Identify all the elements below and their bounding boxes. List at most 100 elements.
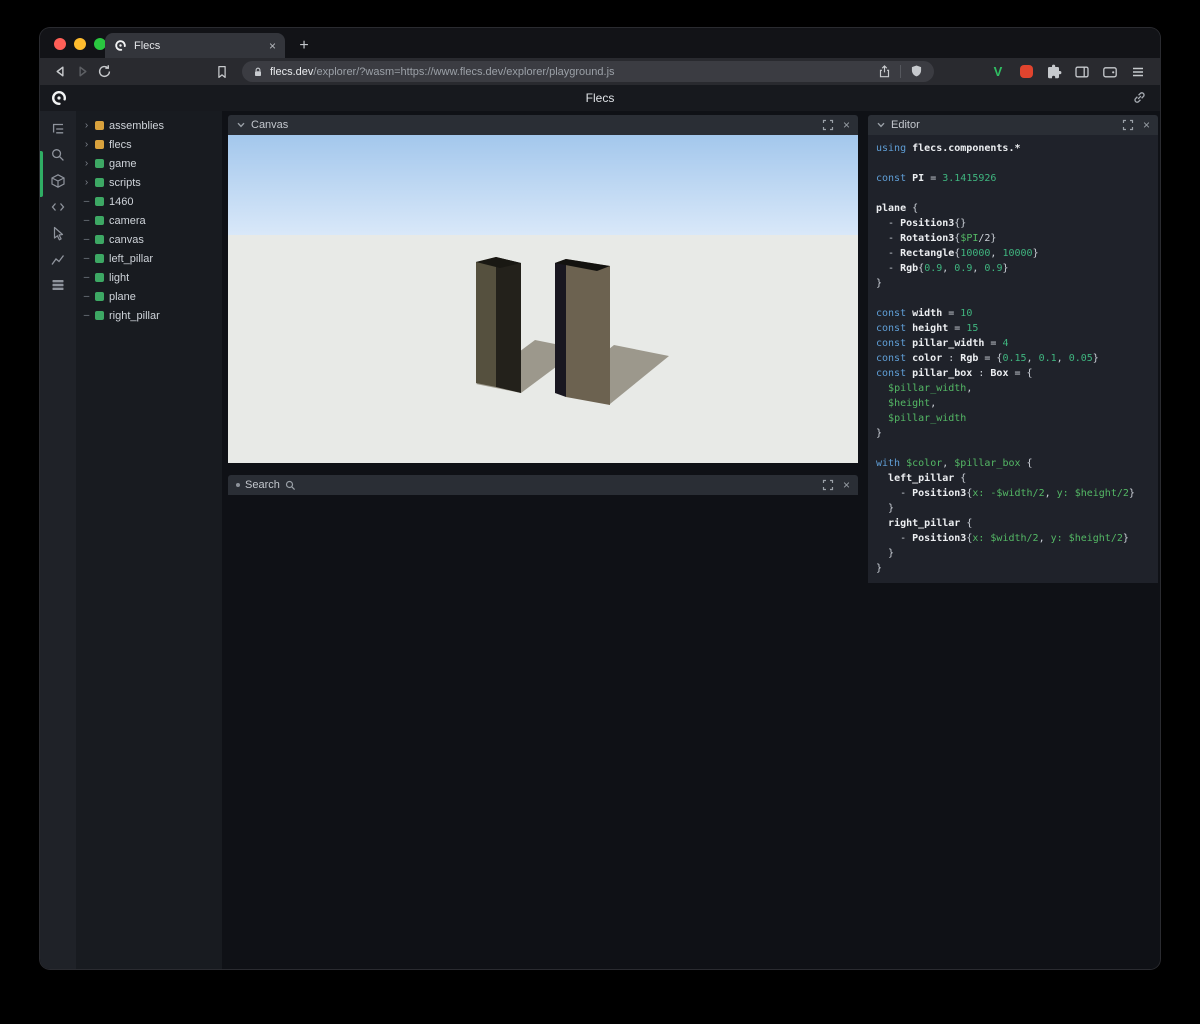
code-line: right_pillar { [888,518,973,529]
active-panel-indicator [40,151,43,197]
flecs-favicon-icon [114,39,127,52]
tree-expand-icon[interactable]: › [82,120,91,131]
search-icon[interactable] [50,147,66,163]
divider [900,65,901,78]
sky [228,135,858,241]
back-button[interactable] [49,61,71,83]
tree-item-assemblies[interactable]: › assemblies [76,116,222,135]
code-line: - Position3{} [876,218,967,229]
expand-icon[interactable] [822,119,834,131]
right-pillar-side-face [555,259,566,397]
close-icon[interactable]: × [1143,119,1150,131]
code-line: $height, [888,398,937,409]
brave-shield-icon[interactable] [909,64,924,79]
right-pillar-front-face [566,259,610,405]
extension-v-icon[interactable]: V [989,63,1007,81]
entity-color-dot [95,178,104,187]
code-line: - Position3{x: -$width/2, y: $height/2} [876,488,1135,499]
app-title: Flecs [585,91,615,105]
tree-expand-icon[interactable]: › [82,177,91,188]
icon-rail [40,111,76,969]
editor-panel-header[interactable]: Editor × [868,115,1158,135]
canvas-3d-viewport[interactable] [228,135,858,463]
tree-expand-icon[interactable]: › [82,139,91,150]
entity-label: plane [109,290,136,303]
code-line: left_pillar { [888,473,967,484]
entity-color-dot [95,140,104,149]
close-icon[interactable]: × [843,119,850,131]
code-line: } [876,278,883,289]
tree-view-icon[interactable] [50,121,66,137]
entity-color-dot [95,121,104,130]
permalink-icon[interactable] [1131,89,1148,106]
tree-leaf-icon: – [83,215,90,226]
log-rows-icon[interactable] [50,277,66,293]
canvas-panel-header[interactable]: Canvas × [228,115,858,135]
tree-leaf-icon: – [83,291,90,302]
tree-leaf-icon: – [83,253,90,264]
code-line: const color : Rgb = {0.15, 0.1, 0.05} [876,353,1099,364]
tree-item-flecs[interactable]: › flecs [76,135,222,154]
expand-icon[interactable] [1122,119,1134,131]
share-icon[interactable] [877,64,892,79]
stats-chart-icon[interactable] [50,251,66,267]
tree-item-1460[interactable]: – 1460 [76,192,222,211]
tree-item-left_pillar[interactable]: – left_pillar [76,249,222,268]
minimize-window-button[interactable] [74,38,86,50]
tree-item-canvas[interactable]: – canvas [76,230,222,249]
code-line: - Rectangle{10000, 10000} [876,248,1039,259]
sidebar-toggle-icon[interactable] [1073,63,1091,81]
collapsed-dot-icon[interactable] [236,483,240,487]
code-icon[interactable] [50,199,66,215]
editor-code[interactable]: using flecs.components.* const PI = 3.14… [868,135,1158,583]
entity-color-dot [95,292,104,301]
tree-item-scripts[interactable]: › scripts [76,173,222,192]
code-line: with $color, $pillar_box { [876,458,1033,469]
code-line: - Rgb{0.9, 0.9, 0.9} [876,263,1009,274]
entity-label: game [109,157,137,170]
tree-item-light[interactable]: – light [76,268,222,287]
close-icon[interactable]: × [843,479,850,491]
forward-button[interactable] [71,61,93,83]
code-line: } [876,428,883,439]
left-pillar-left-face [476,257,496,387]
extension-red-icon[interactable] [1017,63,1035,81]
wallet-icon[interactable] [1101,63,1119,81]
chevron-down-icon[interactable] [236,120,246,130]
code-line: const width = 10 [876,308,973,319]
editor-panel: Editor × using flecs.components.* const … [868,115,1158,583]
lock-icon [252,66,264,78]
extensions-puzzle-icon[interactable] [1045,63,1063,81]
code-line: plane { [876,203,919,214]
url-bar[interactable]: flecs.dev/explorer/?wasm=https://www.fle… [242,61,934,82]
tree-item-game[interactable]: › game [76,154,222,173]
close-window-button[interactable] [54,38,66,50]
code-line: } [876,503,895,514]
editor-panel-title: Editor [891,119,920,131]
inspect-cursor-icon[interactable] [50,225,66,241]
new-tab-button[interactable]: + [292,33,316,58]
reload-button[interactable] [93,61,115,83]
magnifier-icon [285,480,296,491]
code-line: - Position3{x: $width/2, y: $height/2} [876,533,1129,544]
tree-expand-icon[interactable]: › [82,158,91,169]
tab-title: Flecs [134,39,161,52]
menu-icon[interactable] [1129,63,1147,81]
expand-icon[interactable] [822,479,834,491]
entity-label: assemblies [109,119,165,132]
search-panel-header[interactable]: Search × [228,475,858,495]
tree-item-right_pillar[interactable]: – right_pillar [76,306,222,325]
search-panel: Search × [228,475,858,495]
browser-tab-flecs[interactable]: Flecs × [105,33,285,58]
app-header: Flecs [40,85,1160,111]
chevron-down-icon[interactable] [876,120,886,130]
entity-label: left_pillar [109,252,154,265]
tab-close-icon[interactable]: × [269,39,276,53]
cube-icon[interactable] [50,173,66,189]
browser-window: Flecs × + flecs.dev/explorer/?wasm=https… [40,28,1160,969]
tree-item-plane[interactable]: – plane [76,287,222,306]
bookmark-icon[interactable] [211,61,233,83]
tree-item-camera[interactable]: – camera [76,211,222,230]
